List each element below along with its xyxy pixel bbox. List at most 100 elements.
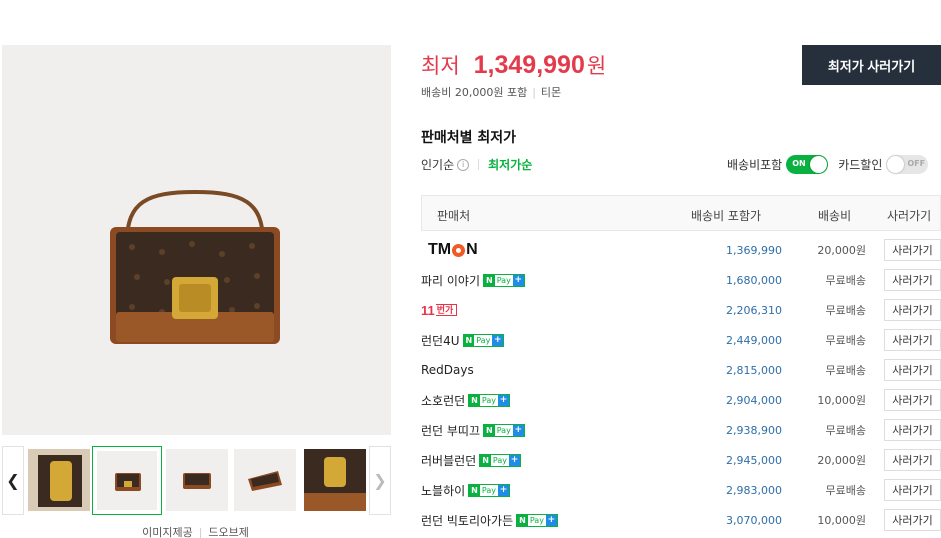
npay-plus-badge: N Pay + — [468, 483, 510, 497]
image-credit: 이미지제공 | 드오브제 — [142, 526, 249, 538]
shipping-toggle-state: ON — [792, 159, 806, 168]
buy-button[interactable]: 사러가기 — [884, 419, 941, 441]
buy-button[interactable]: 사러가기 — [884, 329, 941, 351]
thumbnail-2-image — [115, 473, 141, 491]
seller-name[interactable]: 러버블런던 N Pay + — [421, 452, 522, 469]
seller-price[interactable]: 1,680,000 — [726, 274, 782, 287]
seller-price[interactable]: 2,904,000 — [726, 394, 782, 407]
shipping-fee: 10,000원 — [817, 514, 866, 527]
lowest-price-value: 1,349,990 — [473, 51, 585, 79]
seller-name-text: 런던 부띠끄 — [421, 423, 481, 438]
seller-price[interactable]: 2,983,000 — [726, 484, 782, 497]
image-brand-link[interactable]: 드오브제 — [208, 526, 248, 538]
seller-price[interactable]: 2,938,900 — [726, 424, 782, 437]
sort-popular-label: 인기순 — [421, 158, 455, 172]
thumbnail-4-image — [248, 471, 282, 491]
sellers-section-title: 판매처별 최저가 — [421, 130, 517, 146]
shipping-fee: 10,000원 — [817, 394, 866, 407]
thumbnail-strip: ❮ ❯ — [2, 446, 391, 515]
buy-button[interactable]: 사러가기 — [884, 239, 941, 261]
seller-name[interactable]: 런던 빅토리아가든 N Pay + — [421, 512, 558, 529]
header-buy: 사러가기 — [887, 209, 932, 223]
buy-button[interactable]: 사러가기 — [884, 479, 941, 501]
buy-button[interactable]: 사러가기 — [884, 359, 941, 381]
table-row: 노블하이 N Pay + 2,983,000 무료배송 사러가기 — [421, 475, 941, 505]
npay-plus-badge: N Pay + — [479, 453, 522, 467]
seller-table-header: 판매처 배송비 포함가 배송비 사러가기 — [421, 195, 941, 231]
table-row: 소호런던 N Pay + 2,904,000 10,000원 사러가기 — [421, 385, 941, 415]
shipping-included-toggle[interactable]: ON — [786, 155, 829, 174]
shipping-fee: 무료배송 — [825, 364, 866, 377]
buy-button[interactable]: 사러가기 — [884, 269, 941, 291]
card-discount-toggle[interactable]: OFF — [886, 155, 929, 174]
npay-plus-badge: N Pay + — [462, 333, 505, 347]
lowest-price: 최저 1,349,990 원 — [421, 50, 606, 80]
thumbnail-5[interactable] — [304, 449, 366, 511]
shipping-fee: 무료배송 — [825, 304, 866, 317]
seller-name[interactable]: TM N — [421, 241, 478, 259]
shipping-fee: 무료배송 — [825, 424, 866, 437]
seller-name[interactable]: RedDays — [421, 363, 474, 377]
thumb-prev-arrow-icon[interactable]: ❮ — [2, 446, 24, 515]
thumbnail-5-image — [304, 449, 366, 511]
table-row: 파리 이야기 N Pay + 1,680,000 무료배송 사러가기 — [421, 265, 941, 295]
seller-name[interactable]: 런던 부띠끄 N Pay + — [421, 422, 525, 439]
seller-name[interactable]: 파리 이야기 N Pay + — [421, 272, 525, 289]
buy-button[interactable]: 사러가기 — [884, 299, 941, 321]
seller-price[interactable]: 2,945,000 — [726, 454, 782, 467]
main-product-image[interactable] — [2, 45, 391, 435]
thumbnail-3[interactable] — [166, 449, 228, 511]
header-shipping-fee: 배송비 — [818, 209, 852, 223]
seller-price[interactable]: 1,369,990 — [726, 244, 782, 257]
shipping-fee: 무료배송 — [825, 484, 866, 497]
thumbnail-1[interactable] — [28, 449, 90, 511]
table-row: 런던 부띠끄 N Pay + 2,938,900 무료배송 사러가기 — [421, 415, 941, 445]
shipping-fee: 무료배송 — [825, 274, 866, 287]
seller-name-text: 런던 빅토리아가든 — [421, 513, 514, 528]
shipping-fee: 20,000원 — [817, 244, 866, 257]
shipping-fee: 20,000원 — [817, 454, 866, 467]
toggle-knob — [810, 156, 828, 173]
shipping-included-text: 배송비 20,000원 포함 — [421, 86, 528, 99]
seller-name[interactable]: 노블하이 N Pay + — [421, 482, 510, 499]
toggle-knob — [887, 156, 905, 173]
seller-name-text: 노블하이 — [421, 483, 466, 498]
seller-price[interactable]: 2,815,000 — [726, 364, 782, 377]
shipping-info: 배송비 20,000원 포함 | 티몬 — [421, 86, 562, 99]
table-row: 11 번가 2,206,310 무료배송 사러가기 — [421, 295, 941, 325]
table-row: 러버블런던 N Pay + 2,945,000 20,000원 사러가기 — [421, 445, 941, 475]
card-toggle-state: OFF — [907, 159, 926, 168]
header-seller: 판매처 — [437, 209, 471, 223]
thumb-next-arrow-icon[interactable]: ❯ — [369, 446, 391, 515]
npay-plus-badge: N Pay + — [468, 393, 510, 407]
seller-price[interactable]: 2,449,000 — [726, 334, 782, 347]
seller-name[interactable]: 런던4U N Pay + — [421, 332, 505, 349]
sort-lowest-price[interactable]: 최저가순 — [488, 156, 532, 173]
seller-name-text: RedDays — [421, 363, 474, 377]
shipping-toggle-label: 배송비포함 — [727, 158, 783, 172]
thumbnail-1-image — [28, 449, 90, 511]
sort-divider — [478, 159, 480, 170]
bag-illustration — [110, 189, 280, 344]
seller-name-text: 런던4U — [421, 333, 460, 348]
info-icon[interactable]: i — [457, 158, 470, 171]
header-total-price: 배송비 포함가 — [691, 209, 762, 223]
seller-price[interactable]: 2,206,310 — [726, 304, 782, 317]
thumbnail-4[interactable] — [234, 449, 296, 511]
table-row: RedDays 2,815,000 무료배송 사러가기 — [421, 355, 941, 385]
image-provider-label: 이미지제공 — [142, 526, 193, 538]
buy-button[interactable]: 사러가기 — [884, 509, 941, 531]
sort-options: 인기순 i 최저가순 — [421, 156, 532, 173]
thumbnail-2[interactable] — [92, 446, 162, 515]
sort-popular[interactable]: 인기순 i — [421, 156, 470, 173]
seller-name[interactable]: 소호런던 N Pay + — [421, 392, 510, 409]
buy-button[interactable]: 사러가기 — [884, 389, 941, 411]
lowest-seller-name: 티몬 — [540, 86, 562, 99]
table-row: 런던 빅토리아가든 N Pay + 3,070,000 10,000원 사러가기 — [421, 505, 941, 535]
seller-name[interactable]: 11 번가 — [421, 303, 458, 318]
buy-lowest-button[interactable]: 최저가 사러가기 — [802, 45, 941, 85]
card-discount-label: 카드할인 — [838, 158, 883, 172]
npay-plus-badge: N Pay + — [516, 513, 558, 527]
seller-price[interactable]: 3,070,000 — [726, 514, 782, 527]
buy-button[interactable]: 사러가기 — [884, 449, 941, 471]
